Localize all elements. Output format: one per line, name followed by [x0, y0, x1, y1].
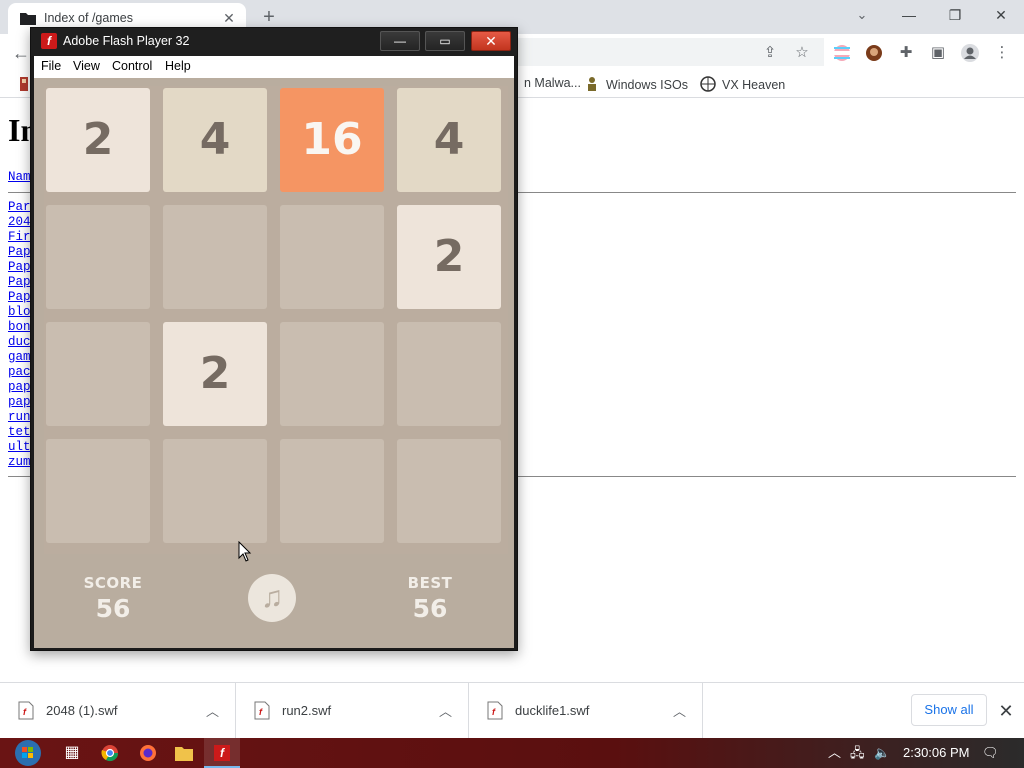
empty-cell [163, 205, 267, 309]
best-box: BEST 56 [395, 574, 465, 623]
notifications-icon[interactable]: 🗨 [982, 738, 999, 768]
side-panel-icon[interactable]: ▣ [927, 42, 949, 64]
bookmark-malware[interactable]: n Malwa... [524, 76, 581, 90]
close-button[interactable]: ✕ [471, 31, 511, 51]
tab-title: Index of /games [44, 11, 133, 25]
empty-cell [163, 439, 267, 543]
empty-cell [397, 439, 501, 543]
flash-player-taskbar-icon[interactable]: f [204, 738, 240, 768]
volume-icon[interactable]: 🔈 [874, 738, 890, 768]
download-item[interactable]: f run2.swf ︿ [236, 683, 469, 739]
folder-icon [20, 13, 36, 25]
score-box: SCORE 56 [78, 574, 148, 623]
music-toggle-icon[interactable]: ♫ [248, 574, 296, 622]
bookmark-vx-heaven[interactable]: VX Heaven [700, 76, 785, 92]
person-icon [588, 77, 596, 91]
game-board[interactable]: 2 4 16 4 2 2 [44, 86, 508, 554]
game-2048[interactable]: 2 4 16 4 2 2 SCORE 56 ♫ BEST 56 [34, 78, 514, 648]
menu-bar: File View Control Help [34, 56, 514, 78]
empty-cell [46, 439, 150, 543]
share-icon[interactable]: ⇪ [759, 42, 781, 64]
clock[interactable]: 2:30:06 PM [903, 738, 970, 768]
tray-chevron-up-icon[interactable]: ︿ [828, 738, 841, 768]
chevron-up-icon[interactable]: ︿ [673, 701, 686, 720]
menu-control[interactable]: Control [112, 59, 152, 73]
downloads-bar: f 2048 (1).swf ︿ f run2.swf ︿ f ducklife… [0, 682, 1024, 739]
tile: 2 [46, 88, 150, 192]
new-tab-button[interactable]: + [258, 6, 280, 28]
tile: 2 [397, 205, 501, 309]
close-downloads-icon[interactable]: ✕ [996, 701, 1016, 721]
best-value: 56 [412, 594, 448, 623]
start-button[interactable] [8, 738, 48, 768]
bookmark-label: Windows ISOs [606, 78, 688, 92]
empty-cell [46, 205, 150, 309]
flash-logo-icon: f [41, 33, 57, 49]
download-item[interactable]: f ducklife1.swf ︿ [469, 683, 703, 739]
mouse-cursor-icon [238, 541, 252, 562]
browser-restore-button[interactable]: ❐ [935, 4, 975, 26]
download-item[interactable]: f 2048 (1).swf ︿ [0, 683, 236, 739]
extensions-puzzle-icon[interactable]: ✚ [895, 42, 917, 64]
file-explorer-icon[interactable] [166, 738, 202, 768]
score-label: SCORE [83, 574, 143, 592]
flash-title-bar[interactable]: f Adobe Flash Player 32 — ▭ ✕ [31, 28, 517, 56]
chevron-up-icon[interactable]: ︿ [439, 701, 452, 720]
firefox-app-icon[interactable] [130, 738, 166, 768]
tile: 4 [163, 88, 267, 192]
window-title: Adobe Flash Player 32 [63, 34, 190, 48]
tab-search-chevron-icon[interactable]: ⌄ [852, 7, 872, 25]
bookmark-star-icon[interactable]: ☆ [791, 42, 813, 64]
download-filename: 2048 (1).swf [46, 703, 118, 718]
chrome-app-icon[interactable] [92, 738, 128, 768]
bookmark-windows-isos[interactable]: Windows ISOs [584, 76, 688, 92]
bookmark-label: VX Heaven [722, 78, 786, 92]
menu-help[interactable]: Help [165, 59, 191, 73]
network-icon[interactable]: 🖧 [850, 738, 865, 768]
extension-avatar-icon[interactable] [863, 42, 885, 64]
empty-cell [280, 322, 384, 426]
empty-cell [280, 205, 384, 309]
extension-flag-icon[interactable] [831, 42, 853, 64]
empty-cell [280, 439, 384, 543]
swf-file-icon: f [18, 701, 34, 720]
menu-file[interactable]: File [41, 59, 61, 73]
taskbar: ▦ f ︿ 🖧 🔈 2:30:06 PM 🗨 [0, 738, 1024, 768]
best-label: BEST [407, 574, 453, 592]
show-all-button[interactable]: Show all [911, 694, 987, 726]
swf-file-icon: f [254, 701, 270, 720]
chevron-up-icon[interactable]: ︿ [206, 701, 219, 720]
tile: 16 [280, 88, 384, 192]
swf-file-icon: f [487, 701, 503, 720]
browser-minimize-button[interactable]: — [889, 4, 929, 26]
menu-kebab-icon[interactable]: ⋮ [991, 42, 1013, 64]
flash-player-window: f Adobe Flash Player 32 — ▭ ✕ File View … [30, 27, 518, 651]
maximize-button[interactable]: ▭ [425, 31, 465, 51]
menu-view[interactable]: View [73, 59, 100, 73]
browser-close-button[interactable]: ✕ [981, 4, 1021, 26]
tile: 4 [397, 88, 501, 192]
tile: 2 [163, 322, 267, 426]
task-view-icon[interactable]: ▦ [54, 738, 90, 768]
bookmark-label: n Malwa... [524, 76, 581, 90]
download-filename: run2.swf [282, 703, 332, 718]
minimize-button[interactable]: — [380, 31, 420, 51]
tab-close-icon[interactable]: ✕ [220, 9, 238, 27]
download-filename: ducklife1.swf [515, 703, 590, 718]
empty-cell [46, 322, 150, 426]
globe-icon [700, 76, 716, 92]
profile-icon[interactable] [959, 42, 981, 64]
score-value: 56 [95, 594, 131, 623]
empty-cell [397, 322, 501, 426]
